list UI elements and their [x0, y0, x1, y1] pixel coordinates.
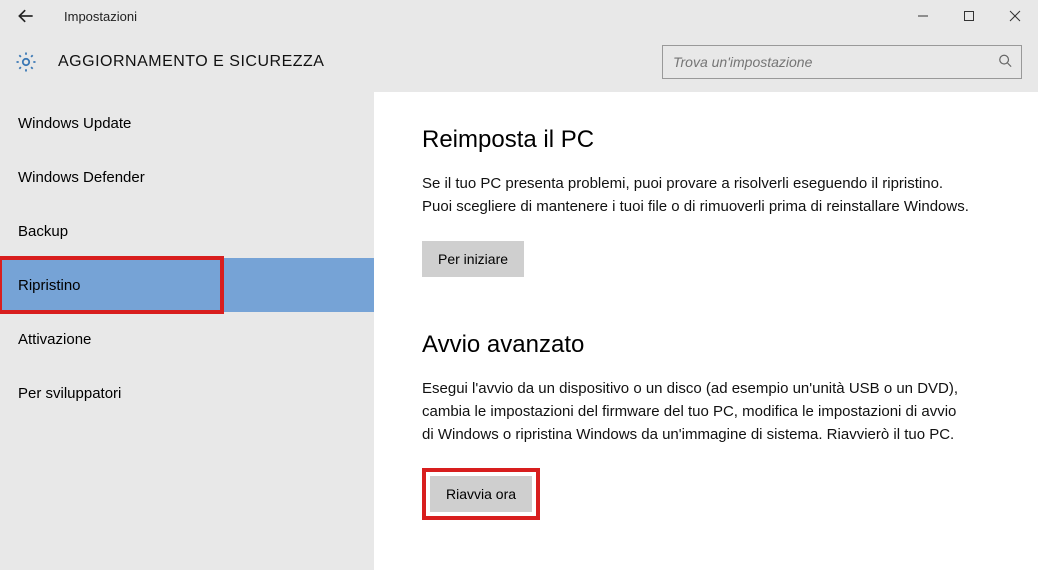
- sidebar-item-ripristino[interactable]: Ripristino: [0, 258, 222, 312]
- minimize-button[interactable]: [900, 0, 946, 32]
- sidebar-item-backup[interactable]: Backup: [0, 204, 374, 258]
- header: AGGIORNAMENTO E SICUREZZA: [0, 32, 1038, 92]
- sidebar-item-label: Backup: [18, 223, 68, 240]
- search-icon: [998, 54, 1012, 71]
- sidebar-item-label: Windows Update: [18, 115, 131, 132]
- section-advanced-startup: Avvio avanzato Esegui l'avvio da un disp…: [422, 331, 990, 521]
- content: Reimposta il PC Se il tuo PC presenta pr…: [374, 92, 1038, 570]
- search-input[interactable]: [662, 45, 1022, 79]
- sidebar-item-per-sviluppatori[interactable]: Per sviluppatori: [0, 366, 374, 420]
- window-controls: [900, 0, 1038, 32]
- sidebar-item-attivazione[interactable]: Attivazione: [0, 312, 374, 366]
- reset-title: Reimposta il PC: [422, 126, 990, 154]
- page-heading: AGGIORNAMENTO E SICUREZZA: [58, 53, 324, 71]
- close-button[interactable]: [992, 0, 1038, 32]
- sidebar-item-label: Attivazione: [18, 331, 91, 348]
- restart-now-button[interactable]: Riavvia ora: [430, 476, 532, 512]
- sidebar-item-windows-defender[interactable]: Windows Defender: [0, 150, 374, 204]
- reset-start-button[interactable]: Per iniziare: [422, 241, 524, 277]
- window-title: Impostazioni: [64, 9, 137, 24]
- advanced-title: Avvio avanzato: [422, 331, 990, 359]
- sidebar-item-windows-update[interactable]: Windows Update: [0, 96, 374, 150]
- back-button[interactable]: [8, 0, 44, 32]
- sidebar-item-label: Windows Defender: [18, 169, 145, 186]
- sidebar-item-label: Ripristino: [18, 277, 81, 294]
- titlebar: Impostazioni: [0, 0, 1038, 32]
- main: Windows Update Windows Defender Backup R…: [0, 92, 1038, 570]
- sidebar-item-label: Per sviluppatori: [18, 385, 121, 402]
- reset-desc: Se il tuo PC presenta problemi, puoi pro…: [422, 172, 972, 219]
- section-reset: Reimposta il PC Se il tuo PC presenta pr…: [422, 126, 990, 277]
- gear-icon: [12, 48, 40, 76]
- search-wrap: [662, 45, 1022, 79]
- maximize-button[interactable]: [946, 0, 992, 32]
- sidebar: Windows Update Windows Defender Backup R…: [0, 92, 374, 570]
- advanced-desc: Esegui l'avvio da un dispositivo o un di…: [422, 377, 972, 447]
- restart-button-highlight: Riavvia ora: [422, 468, 540, 520]
